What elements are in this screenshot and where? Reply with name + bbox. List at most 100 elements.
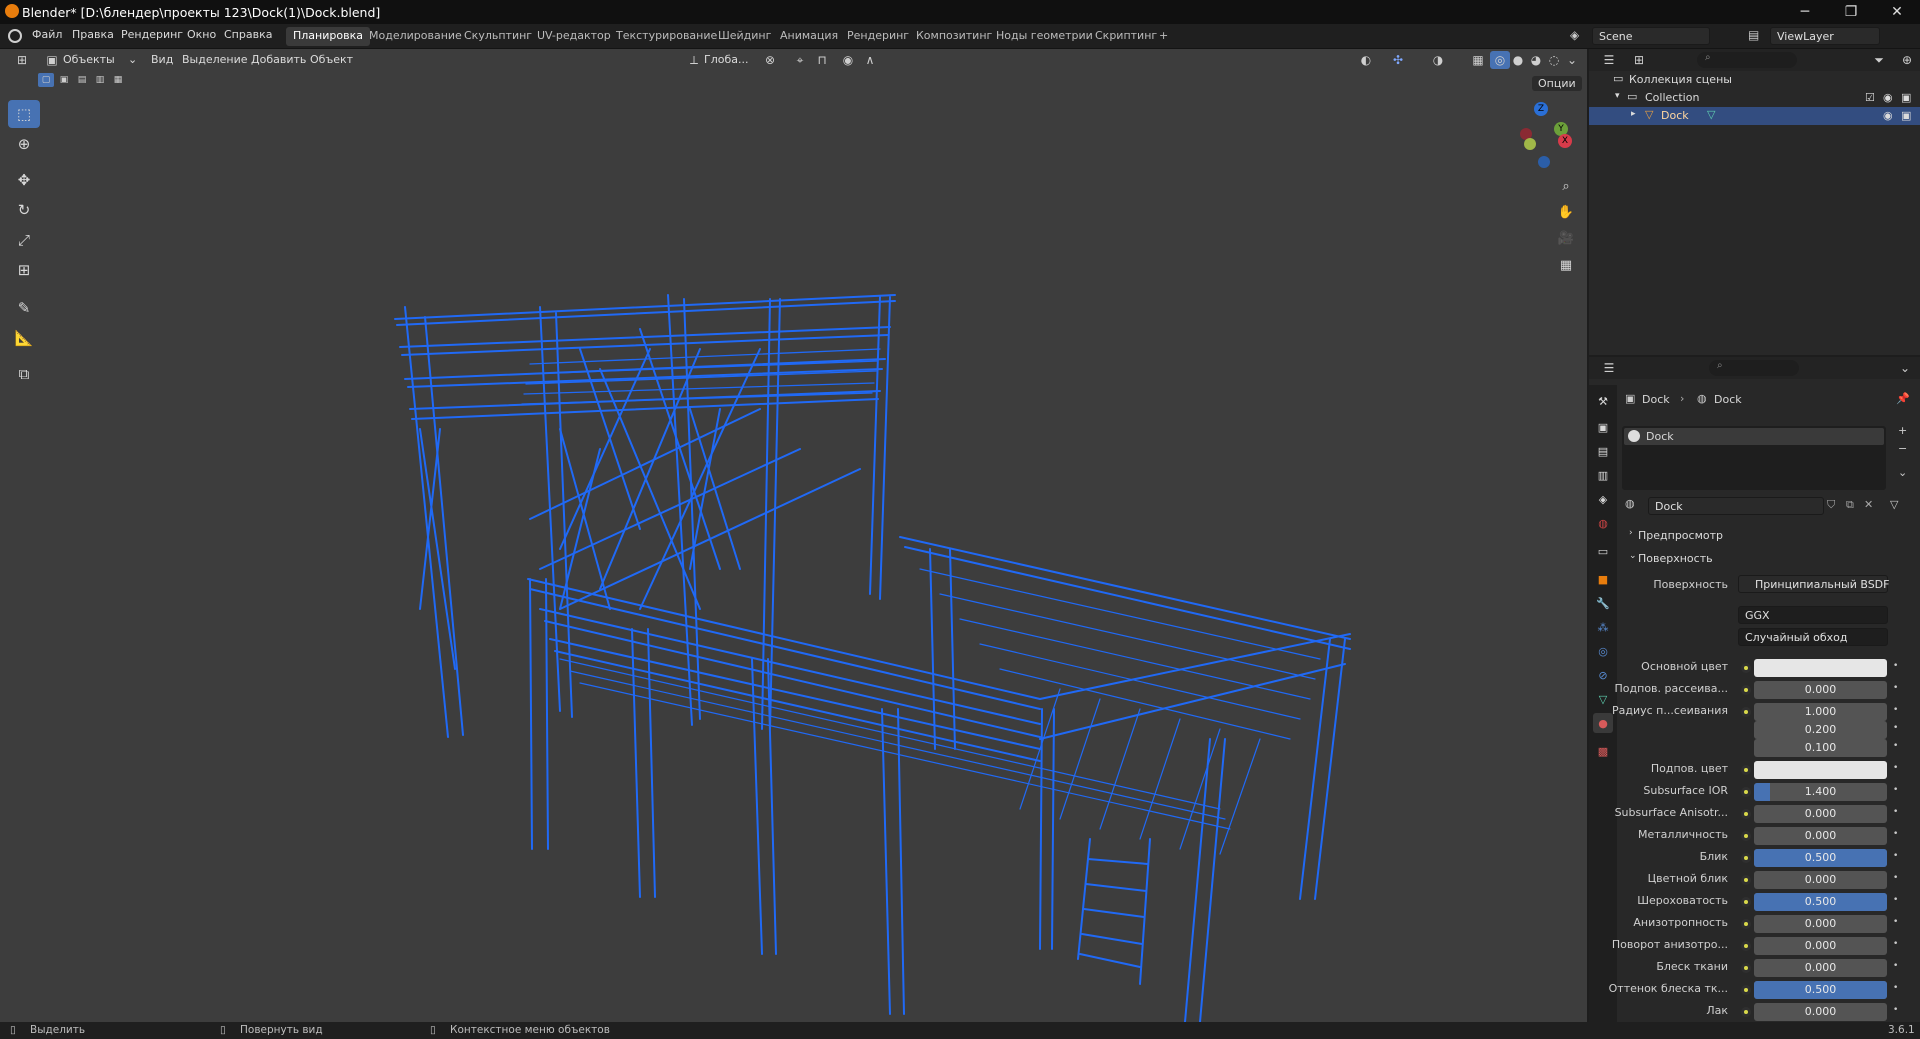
options-dropdown[interactable]: Опции [1532,76,1582,91]
input-socket-icon[interactable] [1741,919,1751,929]
number-field[interactable]: 0.000 [1754,937,1887,955]
solid-shading-icon[interactable]: ● [1508,51,1528,69]
keyframe-icon[interactable]: • [1893,983,1901,993]
outliner-row-scene-collection[interactable]: ▭ Коллекция сцены [1589,71,1920,89]
gizmo-neg-y[interactable] [1524,138,1536,150]
editor-type-icon[interactable]: ⊞ [12,51,32,69]
keyframe-icon[interactable]: • [1893,961,1901,971]
number-field[interactable]: 0.000 [1754,681,1887,699]
texture-tab-icon[interactable]: ▩ [1593,741,1613,761]
remove-slot-icon[interactable]: − [1898,442,1907,455]
number-field[interactable]: 0.000 [1754,871,1887,889]
rotate-tool-icon[interactable]: ↻ [8,196,40,224]
add-cube-tool-icon[interactable]: ⧉ [8,360,40,388]
particles-tab-icon[interactable]: ⁂ [1593,617,1613,637]
rendered-shading-icon[interactable]: ◌ [1544,51,1564,69]
number-field[interactable]: 1.400 [1754,783,1887,801]
preview-section[interactable]: Предпросмотр [1638,529,1723,542]
select-box-tool-icon[interactable]: ⬚ [8,100,40,128]
input-socket-icon[interactable] [1741,765,1751,775]
keyframe-icon[interactable]: • [1893,705,1901,715]
color-field[interactable] [1754,659,1887,677]
falloff-icon[interactable]: ∧ [860,51,880,69]
menu-edit[interactable]: Правка [72,28,114,41]
input-socket-icon[interactable] [1741,663,1751,673]
input-socket-icon[interactable] [1741,1007,1751,1017]
interaction-mode-dropdown[interactable]: Объекты [63,53,115,66]
fake-user-icon[interactable]: ⛉ [1827,498,1835,512]
scale-tool-icon[interactable]: ⤢ [8,226,40,254]
pin-icon[interactable]: 📌 [1896,392,1910,405]
input-socket-icon[interactable] [1741,963,1751,973]
select-invert-icon[interactable]: ▥ [92,73,108,87]
keyframe-icon[interactable]: • [1893,741,1901,751]
add-slot-icon[interactable]: + [1898,424,1907,437]
number-field[interactable]: 0.000 [1754,915,1887,933]
outliner-row-dock[interactable]: ▸ ▽ Dock ▽ ◉ ▣ [1589,107,1920,125]
keyframe-icon[interactable]: • [1893,683,1901,693]
scene-tab-icon[interactable]: ◈ [1593,489,1613,509]
render-camera-icon[interactable]: ▣ [1901,109,1911,122]
menu-help[interactable]: Справка [224,28,272,41]
keyframe-icon[interactable]: • [1893,807,1901,817]
number-field[interactable]: 0.100 [1754,739,1887,757]
view-layer-tab-icon[interactable]: ▥ [1593,465,1613,485]
keyframe-icon[interactable]: • [1893,829,1901,839]
number-field[interactable]: 1.000 [1754,703,1887,721]
properties-search-input[interactable]: ⌕ [1709,360,1799,376]
measure-tool-icon[interactable]: 📐 [8,324,40,352]
gizmo-x-axis[interactable]: X [1558,134,1572,148]
add-workspace-button[interactable]: + [1152,27,1175,46]
wireframe-shading-icon[interactable]: ◎ [1490,51,1510,69]
chevron-down-icon[interactable]: ⌄ [128,53,137,66]
number-field[interactable]: 0.000 [1754,827,1887,845]
render-camera-icon[interactable]: ▣ [1901,91,1911,104]
surface-shader-selector[interactable]: Принципиальный BSDF [1738,575,1889,593]
annotate-tool-icon[interactable]: ✎ [8,294,40,322]
keyframe-icon[interactable]: • [1893,895,1901,905]
input-socket-icon[interactable] [1741,707,1751,717]
display-mode-icon[interactable]: ⊞ [1629,51,1649,69]
ortho-toggle-icon[interactable]: ▦ [1553,252,1579,278]
shading-options-chevron-icon[interactable]: ⌄ [1562,51,1582,69]
gizmo-neg-z[interactable] [1538,156,1550,168]
slot-specials-chevron-icon[interactable]: ⌄ [1898,466,1907,479]
pivot-point-icon[interactable]: ⊗ [760,51,780,69]
visibility-icon[interactable]: ◐ [1356,51,1376,69]
keyframe-icon[interactable]: • [1893,785,1901,795]
filter-icon[interactable]: ⏷ [1869,51,1889,69]
material-browse-icon[interactable]: ◍ [1625,497,1635,510]
subsurface-method-dropdown[interactable]: Случайный обход [1738,628,1888,646]
workspace-tab-uv[interactable]: UV-редактор [530,27,618,46]
keyframe-icon[interactable]: • [1893,661,1901,671]
link-mode-icon[interactable]: ▽ [1890,498,1898,511]
input-socket-icon[interactable] [1741,853,1751,863]
camera-view-icon[interactable]: 🎥 [1553,225,1579,251]
overlay-toggle-icon[interactable]: ◑ [1428,51,1448,69]
distribution-dropdown[interactable]: GGX [1738,606,1888,624]
outliner-row-collection[interactable]: ▾ ▭ Collection ☑ ◉ ▣ [1589,89,1920,107]
workspace-tab-animation[interactable]: Анимация [773,27,845,46]
object-menu[interactable]: Объект [310,53,353,66]
navigation-gizmo[interactable]: Z Y X [1510,100,1572,170]
keyframe-icon[interactable]: • [1893,763,1901,773]
keyframe-icon[interactable]: • [1893,873,1901,883]
3d-viewport[interactable] [0,49,1587,1022]
view-menu[interactable]: Вид [151,53,173,66]
xray-toggle-icon[interactable]: ▦ [1468,51,1488,69]
input-socket-icon[interactable] [1741,941,1751,951]
visibility-eye-icon[interactable]: ◉ [1883,109,1893,122]
number-field[interactable]: 0.000 [1754,805,1887,823]
workspace-tab-geometry-nodes[interactable]: Ноды геометрии [989,27,1100,46]
outliner-search-input[interactable]: ⌕ [1697,52,1797,68]
unlink-material-icon[interactable]: ✕ [1864,498,1873,511]
workspace-tab-shading[interactable]: Шейдинг [711,27,778,46]
menu-render[interactable]: Рендеринг [121,28,183,41]
material-slot-row[interactable]: Dock [1624,428,1884,445]
world-tab-icon[interactable]: ◍ [1593,513,1613,533]
select-menu[interactable]: Выделение [182,53,248,66]
select-intersect-icon[interactable]: ▦ [110,73,126,87]
select-extend-icon[interactable]: ▣ [56,73,72,87]
cursor-tool-icon[interactable]: ⊕ [8,130,40,158]
number-field[interactable]: 0.200 [1754,721,1887,739]
